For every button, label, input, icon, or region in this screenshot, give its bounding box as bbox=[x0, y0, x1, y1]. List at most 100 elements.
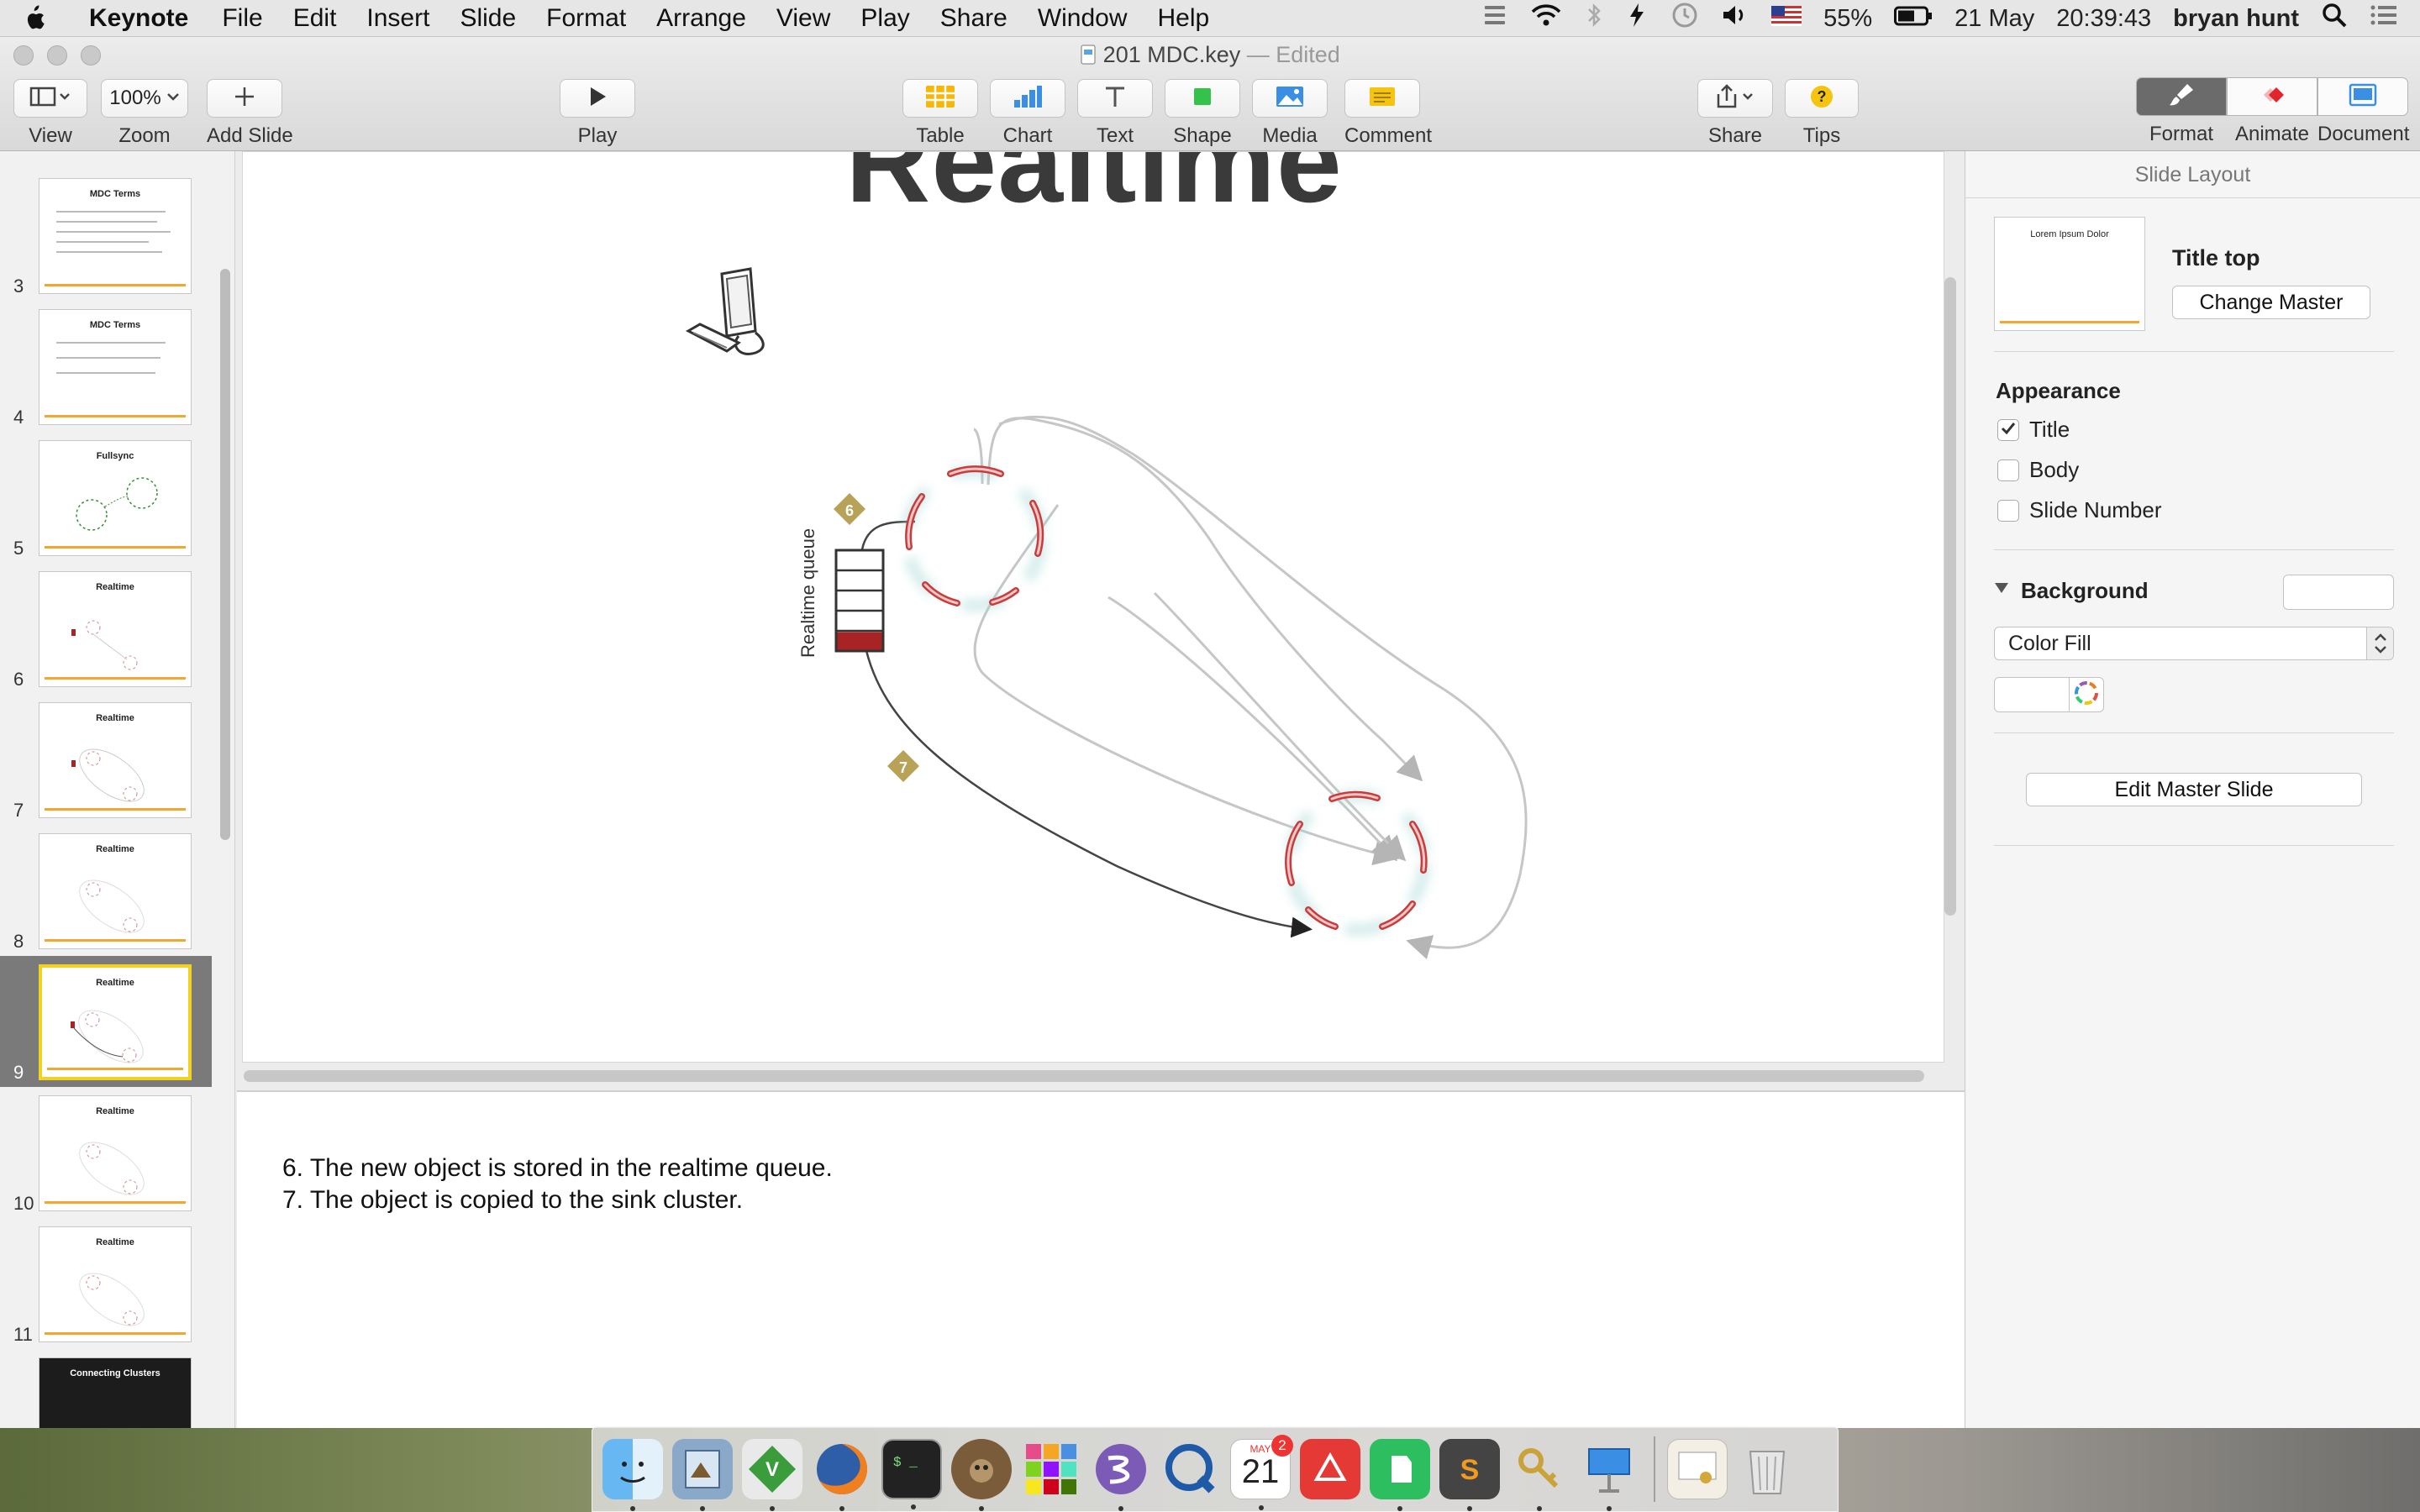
title-checkbox[interactable] bbox=[1997, 418, 2019, 441]
battery-icon[interactable] bbox=[1894, 4, 1933, 33]
add-slide-button[interactable]: Add Slide bbox=[207, 79, 293, 148]
source-cluster-ring[interactable] bbox=[901, 465, 1047, 612]
slide-thumbnail-12[interactable]: Connecting Clusters bbox=[0, 1349, 212, 1428]
menu-slide[interactable]: Slide bbox=[460, 0, 516, 37]
spotlight-search-icon[interactable] bbox=[2321, 2, 2348, 35]
slide-canvas-area: Realtime Realtime queue 6 7 bbox=[237, 151, 1965, 1092]
format-inspector-button[interactable]: Format bbox=[2136, 77, 2227, 146]
sublime-icon[interactable]: S bbox=[1439, 1439, 1500, 1511]
presenter-notes[interactable]: 6. The new object is stored in the realt… bbox=[237, 1090, 1965, 1428]
slide-thumbnail-6[interactable]: Realtime 6 bbox=[0, 563, 212, 694]
quicktime-icon[interactable] bbox=[1160, 1439, 1221, 1499]
menu-window[interactable]: Window bbox=[1038, 0, 1128, 37]
apple-menu-icon[interactable] bbox=[22, 0, 69, 37]
menu-app-name[interactable]: Keynote bbox=[89, 0, 188, 37]
menu-share[interactable]: Share bbox=[940, 0, 1007, 37]
text-button[interactable]: Text bbox=[1077, 79, 1153, 148]
gimp-icon[interactable] bbox=[951, 1439, 1012, 1511]
background-color-well[interactable] bbox=[2283, 575, 2394, 610]
slide-number-checkbox-row[interactable]: Slide Number bbox=[1997, 497, 2162, 523]
slide-thumbnail-10[interactable]: Realtime 10 bbox=[0, 1087, 212, 1218]
menu-file[interactable]: File bbox=[222, 0, 262, 37]
canvas-horizontal-scrollbar[interactable] bbox=[244, 1070, 1924, 1082]
stacks-icon[interactable] bbox=[1482, 3, 1507, 34]
slide-thumbnail-8[interactable]: Realtime 8 bbox=[0, 825, 212, 956]
menu-format[interactable]: Format bbox=[546, 0, 626, 37]
color-wheel-button[interactable] bbox=[2069, 677, 2104, 712]
scrapbook-icon[interactable] bbox=[1300, 1439, 1360, 1499]
table-button[interactable]: Table bbox=[902, 79, 978, 148]
evernote-icon[interactable] bbox=[1370, 1439, 1430, 1511]
notes-line-1[interactable]: 6. The new object is stored in the realt… bbox=[282, 1154, 833, 1183]
menu-insert[interactable]: Insert bbox=[366, 0, 429, 37]
computer-icon[interactable] bbox=[685, 267, 765, 355]
dropbox-sync-icon[interactable] bbox=[1625, 2, 1649, 35]
menu-help[interactable]: Help bbox=[1158, 0, 1210, 37]
comment-button[interactable]: Comment bbox=[1344, 79, 1432, 148]
certificate-icon[interactable] bbox=[1667, 1439, 1728, 1499]
fill-type-select[interactable]: Color Fill bbox=[1994, 627, 2394, 660]
document-inspector-button[interactable]: Document bbox=[2317, 77, 2409, 146]
wifi-icon[interactable] bbox=[1529, 3, 1563, 34]
bluetooth-icon[interactable] bbox=[1585, 2, 1603, 35]
slide-thumbnail-9[interactable]: Realtime 9 bbox=[0, 956, 212, 1087]
slide-thumbnail-5[interactable]: Fullsync 5 bbox=[0, 432, 212, 563]
play-button[interactable]: Play bbox=[560, 79, 635, 148]
master-name: Title top bbox=[2172, 245, 2260, 270]
realtime-queue-shape[interactable] bbox=[834, 549, 885, 653]
slide-thumbnail-11[interactable]: Realtime 11 bbox=[0, 1218, 212, 1349]
menubar-clock[interactable]: 20:39:43 bbox=[2056, 5, 2151, 33]
title-checkbox-row[interactable]: Title bbox=[1997, 417, 2070, 443]
input-source-flag-icon[interactable] bbox=[1771, 4, 1802, 33]
chart-button[interactable]: Chart bbox=[990, 79, 1065, 148]
share-button[interactable]: Share bbox=[1697, 79, 1773, 148]
menu-view[interactable]: View bbox=[776, 0, 830, 37]
menu-edit[interactable]: Edit bbox=[293, 0, 337, 37]
menubar-user[interactable]: bryan hunt bbox=[2173, 5, 2299, 33]
time-machine-icon[interactable] bbox=[1670, 1, 1699, 36]
calendar-icon[interactable]: MAY 21 2 bbox=[1230, 1435, 1293, 1510]
master-layout-thumbnail[interactable]: Lorem Ipsum Dolor bbox=[1994, 217, 2145, 331]
canvas-vertical-scrollbar[interactable] bbox=[1944, 277, 1956, 916]
step-6-badge[interactable]: 6 bbox=[834, 493, 865, 525]
slide-thumbnail-4[interactable]: MDC Terms 4 bbox=[0, 301, 212, 432]
background-disclosure-icon[interactable] bbox=[1994, 581, 2009, 599]
firefox-icon[interactable] bbox=[812, 1439, 872, 1511]
realtime-diagram: Realtime queue 6 7 bbox=[685, 267, 1528, 960]
fill-color-swatch[interactable] bbox=[1994, 677, 2070, 712]
slide-number-checkbox[interactable] bbox=[1997, 499, 2019, 522]
notification-center-icon[interactable] bbox=[2370, 3, 2398, 34]
menubar-date[interactable]: 21 May bbox=[1954, 5, 2034, 33]
change-master-button[interactable]: Change Master bbox=[2172, 286, 2370, 319]
document-name[interactable]: 201 MDC.key bbox=[1103, 42, 1241, 67]
navigator-scrollbar[interactable] bbox=[220, 269, 230, 840]
keychain-icon[interactable] bbox=[1509, 1439, 1570, 1511]
shape-button[interactable]: Shape bbox=[1165, 79, 1240, 148]
keynote-icon[interactable] bbox=[1579, 1439, 1639, 1511]
view-button[interactable]: View bbox=[13, 79, 87, 148]
media-button[interactable]: Media bbox=[1252, 79, 1328, 148]
tips-button[interactable]: ? Tips bbox=[1785, 79, 1859, 148]
slide-thumbnail-3[interactable]: MDC Terms 3 bbox=[0, 170, 212, 301]
sink-cluster-ring[interactable] bbox=[1284, 790, 1430, 936]
zoom-popup[interactable]: 100% Zoom bbox=[101, 79, 188, 148]
menu-play[interactable]: Play bbox=[860, 0, 909, 37]
vim-icon[interactable]: V bbox=[742, 1439, 802, 1511]
app-grid-icon[interactable] bbox=[1021, 1439, 1081, 1499]
slide-thumbnail-7[interactable]: Realtime 7 bbox=[0, 694, 212, 825]
notes-line-2[interactable]: 7. The object is copied to the sink clus… bbox=[282, 1186, 743, 1215]
emacs-icon[interactable] bbox=[1091, 1439, 1151, 1511]
menu-arrange[interactable]: Arrange bbox=[656, 0, 746, 37]
slide-thumbnail-2[interactable] bbox=[0, 151, 212, 156]
preview-icon[interactable] bbox=[672, 1439, 733, 1511]
body-checkbox-row[interactable]: Body bbox=[1997, 457, 2079, 483]
step-7-badge[interactable]: 7 bbox=[887, 750, 919, 782]
volume-icon[interactable] bbox=[1721, 3, 1749, 34]
finder-icon[interactable] bbox=[602, 1439, 663, 1511]
terminal-icon[interactable]: $ _ bbox=[881, 1439, 942, 1509]
body-checkbox[interactable] bbox=[1997, 459, 2019, 481]
trash-icon[interactable] bbox=[1737, 1439, 1797, 1499]
slide-canvas[interactable]: Realtime Realtime queue 6 7 bbox=[242, 151, 1944, 1063]
animate-inspector-button[interactable]: Animate bbox=[2227, 77, 2317, 146]
edit-master-slide-button[interactable]: Edit Master Slide bbox=[2026, 773, 2362, 806]
